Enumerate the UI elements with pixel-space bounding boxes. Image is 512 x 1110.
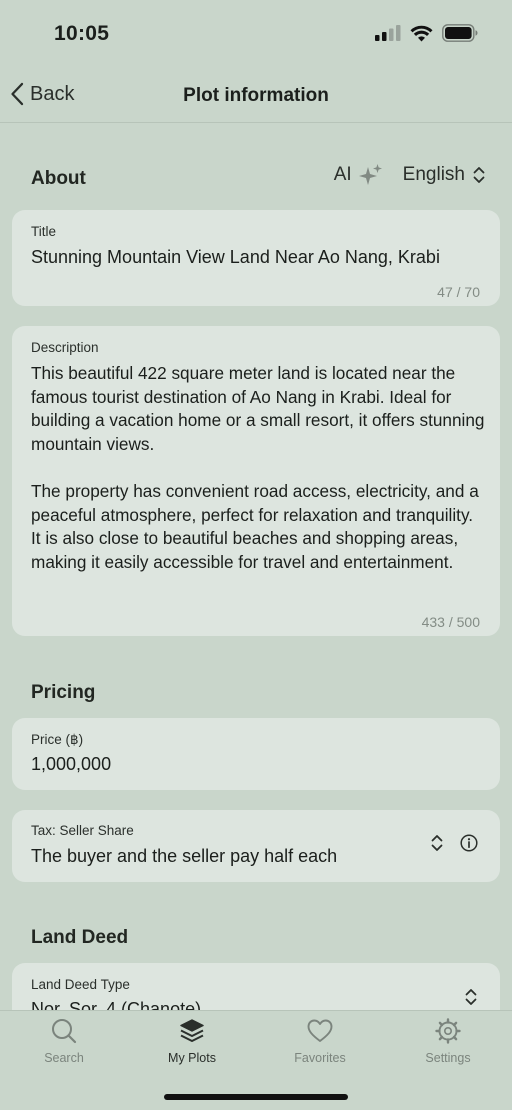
language-value: English <box>402 164 465 185</box>
gear-icon <box>435 1018 461 1044</box>
land-deed-type-label: Land Deed Type <box>31 977 130 992</box>
land-deed-icons <box>464 988 478 1006</box>
title-field-value[interactable]: Stunning Mountain View Land Near Ao Nang… <box>31 247 440 268</box>
tax-field-icons <box>430 834 478 852</box>
title-field-label: Title <box>31 224 57 239</box>
tax-field-label: Tax: Seller Share <box>31 823 134 838</box>
tax-seller-share-select[interactable]: Tax: Seller Share The buyer and the sell… <box>12 810 500 882</box>
battery-icon <box>442 24 478 42</box>
tab-label: Favorites <box>294 1051 346 1065</box>
language-selector[interactable]: English <box>403 164 486 186</box>
search-icon <box>52 1019 77 1044</box>
chevron-up-down-icon[interactable] <box>464 988 478 1006</box>
cellular-signal-icon <box>375 25 401 41</box>
price-field-value[interactable]: 1,000,000 <box>31 754 111 775</box>
home-indicator <box>164 1094 348 1100</box>
description-char-counter: 433 / 500 <box>421 614 480 630</box>
about-section-title: About <box>31 168 86 189</box>
description-field-value[interactable]: This beautiful 422 square meter land is … <box>31 362 486 574</box>
layers-icon <box>180 1019 204 1042</box>
pricing-section-title: Pricing <box>31 682 96 703</box>
status-time: 10:05 <box>54 22 110 45</box>
land-deed-section-title: Land Deed <box>31 927 129 948</box>
navigation-bar: Back Plot information <box>0 70 512 123</box>
heart-icon <box>307 1019 333 1042</box>
title-field[interactable]: Title Stunning Mountain View Land Near A… <box>12 210 500 306</box>
sparkles-icon <box>358 164 382 185</box>
price-field[interactable]: Price (฿) 1,000,000 <box>12 718 500 790</box>
wifi-icon <box>410 25 433 41</box>
tab-favorites[interactable]: Favorites <box>256 1017 384 1065</box>
status-icons <box>375 24 478 42</box>
description-field[interactable]: Description This beautiful 422 square me… <box>12 326 500 636</box>
tab-label: Search <box>44 1051 84 1065</box>
about-tools: AI English <box>334 163 486 187</box>
tab-label: My Plots <box>168 1051 216 1065</box>
info-icon[interactable] <box>460 834 478 852</box>
title-char-counter: 47 / 70 <box>437 284 480 300</box>
chevron-up-down-icon <box>473 167 485 183</box>
tab-my-plots[interactable]: My Plots <box>128 1017 256 1065</box>
tax-field-value: The buyer and the seller pay half each <box>31 846 338 866</box>
ai-button[interactable]: AI <box>334 163 383 187</box>
description-field-label: Description <box>31 340 99 355</box>
tab-label: Settings <box>425 1051 471 1065</box>
status-bar: 10:05 <box>0 0 512 70</box>
price-field-label: Price (฿) <box>31 732 84 747</box>
page-title: Plot information <box>183 85 329 106</box>
chevron-up-down-icon[interactable] <box>430 834 444 852</box>
tab-settings[interactable]: Settings <box>384 1017 512 1065</box>
ai-label: AI <box>333 164 352 185</box>
tab-search[interactable]: Search <box>0 1017 128 1065</box>
